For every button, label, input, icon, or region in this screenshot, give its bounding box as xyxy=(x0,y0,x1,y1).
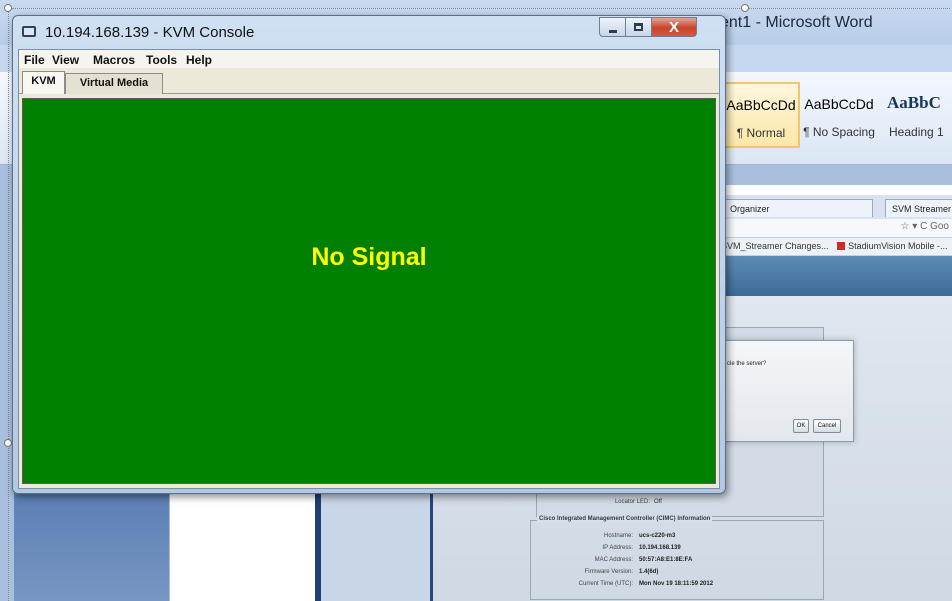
tab-kvm[interactable]: KVM xyxy=(22,71,65,94)
kvm-client-area: File View Macros Tools Help KVM Virtual … xyxy=(18,49,720,489)
window-title: 10.194.168.139 - KVM Console xyxy=(45,24,255,41)
tab-strip: KVM Virtual Media xyxy=(19,68,719,94)
kvm-remote-screen[interactable]: No Signal xyxy=(22,98,716,484)
dialog-cancel-button: Cancel xyxy=(813,419,841,433)
cimc-info-row: Current Time (UTC): Mon Nov 19 18:11:59 … xyxy=(531,581,823,592)
maximize-icon xyxy=(634,23,643,31)
cimc-info-value: 50:57:A8:E1:8E:FA xyxy=(639,557,693,563)
maximize-button[interactable] xyxy=(625,17,652,37)
cimc-info-panel: Cisco Integrated Management Controller (… xyxy=(530,516,824,600)
cimc-info-title: Cisco Integrated Management Controller (… xyxy=(537,516,713,522)
menu-tools[interactable]: Tools xyxy=(146,53,177,67)
browser-tab-organizer: Organizer xyxy=(723,199,873,217)
minimize-icon xyxy=(609,30,617,33)
style-name: ¶ Normal xyxy=(736,126,786,140)
style-name: Heading 1 xyxy=(889,125,944,139)
resize-handle-left-middle[interactable] xyxy=(4,439,12,447)
style-normal[interactable]: AaBbCcDd ¶ Normal xyxy=(722,82,800,148)
locator-led-value: Off xyxy=(654,499,662,505)
cimc-info-value: ucs-c220-m3 xyxy=(639,533,676,539)
word-window-title: ent1 - Microsoft Word xyxy=(720,14,873,31)
close-button[interactable]: X xyxy=(651,17,697,37)
browser-tab-label: Organizer xyxy=(730,204,770,214)
menu-macros[interactable]: Macros xyxy=(93,53,135,67)
locator-led-row: Locator LED: Off xyxy=(540,496,820,510)
cimc-info-row: Firmware Version: 1.4(6d) xyxy=(531,569,823,580)
bookmark-item: StadiumVision Mobile -... xyxy=(837,238,947,255)
close-icon: X xyxy=(668,19,679,36)
style-sample: AaBbC xyxy=(887,93,941,112)
cimc-info-label: IP Address: xyxy=(602,545,633,551)
style-sample: AaBbCcDd xyxy=(804,96,874,112)
style-name: ¶ No Spacing xyxy=(803,125,875,139)
address-bar-icons: ☆ ▾ C Goo xyxy=(900,221,949,232)
cimc-info-row: MAC Address: 50:57:A8:E1:8E:FA xyxy=(531,557,823,568)
console-window-icon xyxy=(22,26,36,37)
embedded-image-panel xyxy=(170,493,315,601)
cimc-info-label: Current Time (UTC): xyxy=(578,581,633,587)
resize-handle-top-center[interactable] xyxy=(741,4,749,12)
browser-tab-svm-streamer: SVM Streamer xyxy=(885,199,952,217)
cimc-info-value: 1.4(6d) xyxy=(639,569,659,575)
style-sample: AaBbCcDd xyxy=(726,97,796,113)
style-no-spacing[interactable]: AaBbCcDd ¶ No Spacing xyxy=(800,82,878,148)
embedded-image-sidebar xyxy=(14,493,169,601)
cimc-info-row: Hostname: ucs-c220-m3 xyxy=(531,533,823,544)
no-signal-message: No Signal xyxy=(311,243,427,271)
cimc-info-value: Mon Nov 19 18:11:59 2012 xyxy=(639,581,714,587)
minimize-button[interactable] xyxy=(599,17,626,37)
embedded-image-gap xyxy=(321,493,431,601)
dialog-ok-button: OK xyxy=(793,419,809,433)
menu-file[interactable]: File xyxy=(24,53,45,67)
cimc-info-label: MAC Address: xyxy=(594,557,633,563)
picture-selection-left xyxy=(8,8,9,601)
tab-virtual-media[interactable]: Virtual Media xyxy=(65,73,163,94)
confirm-dialog: cle the server? OK Cancel xyxy=(720,340,854,442)
style-heading-1[interactable]: AaBbC Heading 1 xyxy=(878,82,952,148)
browser-tab-label: SVM Streamer xyxy=(892,204,952,214)
bookmark-icon xyxy=(837,242,846,250)
menu-view[interactable]: View xyxy=(52,53,79,67)
menu-bar: File View Macros Tools Help xyxy=(19,50,719,68)
cimc-info-row: IP Address: 10.194.168.139 xyxy=(531,545,823,556)
locator-led-label: Locator LED: xyxy=(614,499,650,505)
cimc-info-label: Hostname: xyxy=(603,533,633,539)
picture-selection-top xyxy=(12,8,950,9)
menu-help[interactable]: Help xyxy=(186,53,212,67)
cimc-info-value: 10.194.168.139 xyxy=(639,545,681,551)
kvm-console-window: 10.194.168.139 - KVM Console X File View… xyxy=(12,15,726,494)
resize-handle-top-left[interactable] xyxy=(4,4,12,12)
cimc-info-label: Firmware Version: xyxy=(584,569,633,575)
bookmark-item: SVM_Streamer Changes... xyxy=(721,241,829,251)
dialog-question: cle the server? xyxy=(727,361,767,367)
